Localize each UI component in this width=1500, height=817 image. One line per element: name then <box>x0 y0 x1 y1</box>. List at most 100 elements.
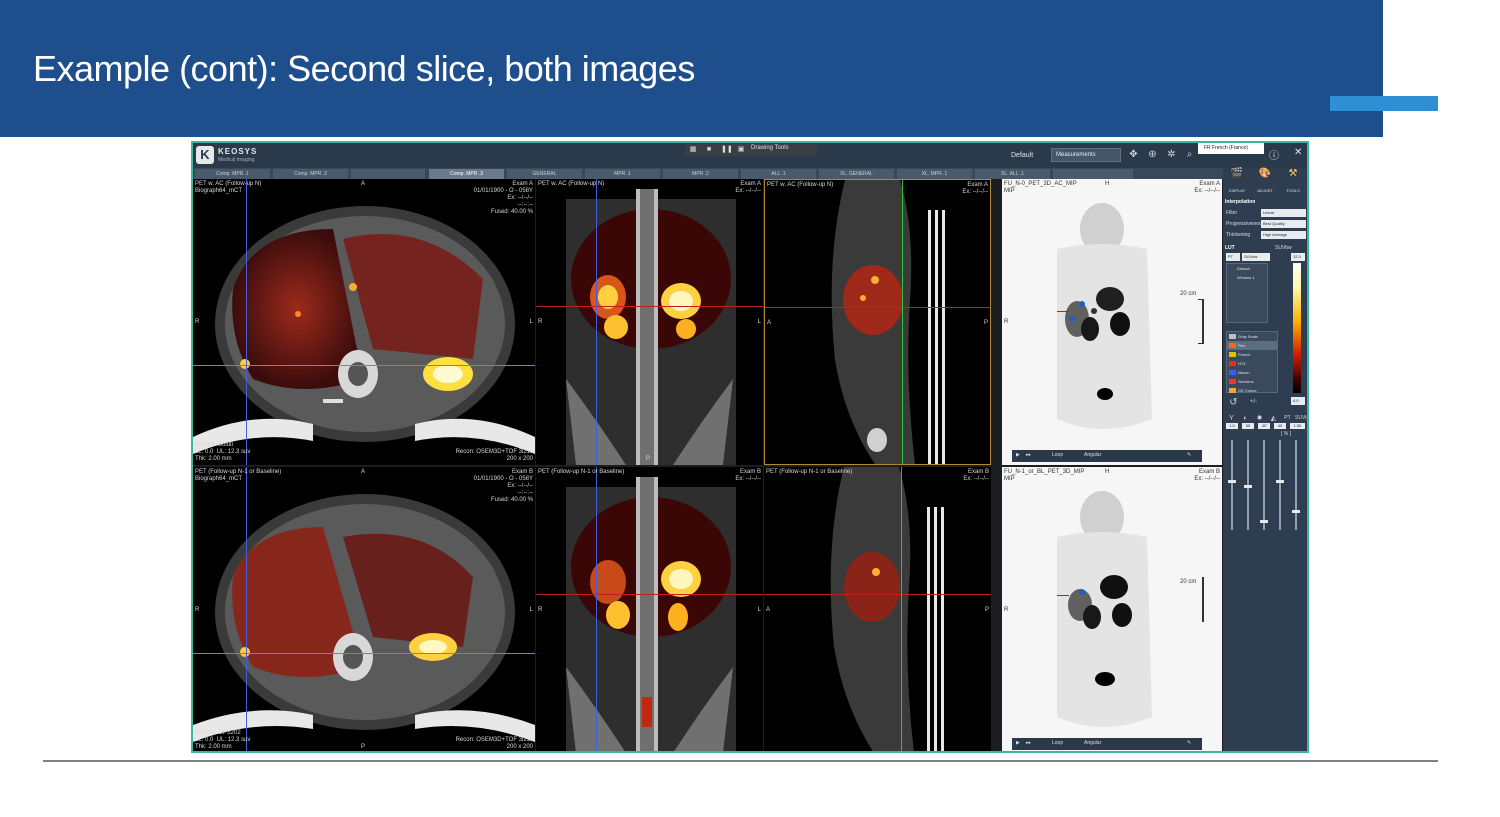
suv-value[interactable]: 1.50 <box>1290 423 1305 429</box>
preset-default[interactable]: Default <box>1227 264 1267 273</box>
drawing-tools-menu[interactable]: Drawing Tools <box>751 145 789 151</box>
orient-right: P <box>983 320 988 326</box>
suv-slider[interactable] <box>1292 440 1300 530</box>
lut-naxon[interactable]: Naxon <box>1227 368 1277 377</box>
lut-french[interactable]: French <box>1227 350 1277 359</box>
language-select[interactable]: FR French (France) <box>1198 143 1264 154</box>
lut-list[interactable]: Gray Scale Fire French HT4 Naxon Siemens… <box>1226 331 1278 393</box>
search-icon[interactable]: ⌕ <box>1183 148 1196 161</box>
tab-all-1[interactable]: ALL .1 <box>741 169 816 179</box>
crosshair-horizontal <box>536 594 763 595</box>
tools-icon: ⚒ <box>1288 168 1298 179</box>
invert-icon[interactable]: +/- <box>1247 396 1260 409</box>
viewport-top-axial[interactable]: PET w. AC (Follow-up N) Biograph64_mCT A… <box>193 179 535 465</box>
adjust-tab[interactable]: 🎨 ADJUST <box>1253 168 1277 197</box>
lut-ge-colors[interactable]: GE Colors <box>1227 386 1277 395</box>
crosshair-icon[interactable]: ✥ <box>1127 148 1140 161</box>
clapperboard-icon: 🎬 <box>1230 168 1244 179</box>
grid-icon[interactable]: ▦ <box>689 146 697 154</box>
viewport-bottom-sagittal[interactable]: PET (Follow-up N-1 or Baseline) Exam B E… <box>764 467 991 751</box>
layout-default-label[interactable]: Default <box>1011 152 1033 159</box>
loop-select[interactable]: Loop <box>1052 452 1063 458</box>
play-icon[interactable]: ▶ <box>1016 740 1020 746</box>
lut-max-input[interactable]: 12.3 <box>1291 253 1305 261</box>
tab-mpr-2[interactable]: MPR .2 <box>663 169 738 179</box>
thickening-select[interactable]: High Average <box>1261 231 1306 239</box>
measurements-dropdown[interactable]: Measurements <box>1051 148 1121 162</box>
gamma-slider[interactable] <box>1228 440 1236 530</box>
sagittal-fused-image <box>830 467 944 751</box>
viewport-top-coronal[interactable]: PET w. AC (Follow-up N) Exam A Ex: --/--… <box>536 179 763 465</box>
viewport-top-sagittal[interactable]: PET w. AC (Follow-up N) Exam A Ex: --/--… <box>764 179 991 465</box>
progressiveness-select[interactable]: Best Quality <box>1261 220 1306 228</box>
stop-icon[interactable]: ■ <box>705 146 713 154</box>
tab-mpr-1[interactable]: MPR .1 <box>585 169 660 179</box>
tools-tab[interactable]: ⚒ TOOLS <box>1281 168 1305 197</box>
tab-blank[interactable] <box>351 169 425 179</box>
angular-select[interactable]: Angular <box>1084 740 1101 746</box>
tab-xl-all-1[interactable]: XL. ALL .1 <box>975 169 1050 179</box>
preset-list[interactable]: Default Window 1 <box>1226 263 1268 323</box>
scale-label: 20 cm <box>1180 291 1197 297</box>
swatch-icon <box>1229 334 1236 339</box>
tab-comp-mpr-2[interactable]: Comp. MPR .2 <box>273 169 348 179</box>
crosshair-vertical <box>596 179 597 465</box>
step-icon[interactable]: ▸▸ <box>1026 452 1031 458</box>
gamma-value[interactable]: 1.0 <box>1226 423 1238 429</box>
crosshair-vertical <box>246 467 247 751</box>
isotope-info: Isotope: Soluti LL: 0.0 UL: 12.3 suv Thk… <box>195 442 251 462</box>
slider-knob[interactable] <box>1228 480 1236 483</box>
lut-min-input[interactable]: 0.0 <box>1291 397 1305 405</box>
loop-select[interactable]: Loop <box>1052 740 1063 746</box>
slider-knob[interactable] <box>1276 480 1284 483</box>
contrast-value[interactable]: 55 <box>1242 423 1254 429</box>
crosshair-horizontal <box>764 594 991 595</box>
viewport-bottom-axial[interactable]: PET (Follow-up N-1 or Baseline) Biograph… <box>193 467 535 751</box>
display-tab[interactable]: 🎬 DISPLAY <box>1225 168 1249 197</box>
angular-select[interactable]: Angular <box>1084 452 1101 458</box>
pin-icon[interactable]: ✎ <box>1187 740 1191 746</box>
exam-info: Exam B Ex: --/--/-- <box>963 469 989 482</box>
filter-select[interactable]: Linear <box>1261 209 1306 217</box>
pause-icon[interactable]: ❚❚ <box>721 146 733 154</box>
slider-knob[interactable] <box>1244 485 1252 488</box>
step-icon[interactable]: ▸▸ <box>1026 740 1031 746</box>
threshold-slider[interactable] <box>1276 440 1284 530</box>
brightness-slider[interactable] <box>1260 440 1268 530</box>
brightness-value[interactable]: -87 <box>1258 423 1270 429</box>
info-icon[interactable]: ⓘ <box>1269 147 1279 162</box>
tab-extra[interactable] <box>1053 169 1133 179</box>
tab-comp-mpr-1[interactable]: Comp. MPR .1 <box>195 169 270 179</box>
globe-icon[interactable]: ⊕ <box>1146 148 1159 161</box>
tab-general[interactable]: GENERAL <box>507 169 582 179</box>
preset-window-1[interactable]: Window 1 <box>1227 273 1267 282</box>
close-icon[interactable]: ✕ <box>1294 147 1302 158</box>
reset-icon[interactable]: ↺ <box>1227 396 1240 409</box>
viewport-bottom-coronal[interactable]: PET (Follow-up N-1 or Baseline) Exam B E… <box>536 467 763 751</box>
mip-playback-bar: ▶ ▸▸ Loop Angular ✎ <box>1012 738 1202 750</box>
lut-siemens[interactable]: Siemens <box>1227 377 1277 386</box>
contrast-slider[interactable] <box>1244 440 1252 530</box>
viewport-top-mip[interactable]: FU_N-0_PET_3D_AC_MIP MIP H Exam A Ex: --… <box>1002 179 1222 465</box>
tab-xl-mpr-1[interactable]: XL. MPR .1 <box>897 169 972 179</box>
play-icon[interactable]: ▶ <box>1016 452 1020 458</box>
tab-xl-general[interactable]: XL. GENERAL <box>819 169 894 179</box>
modality-select[interactable]: PT <box>1226 253 1240 261</box>
settings-icon[interactable]: ✲ <box>1165 148 1178 161</box>
tab-comp-mpr-3[interactable]: Comp. MPR .3 <box>429 169 504 179</box>
viewer-app-screenshot: K KEOSYS Medical Imaging ▦ ■ ❚❚ ▣ Drawin… <box>191 141 1309 753</box>
crosshair-vertical <box>246 179 247 465</box>
unit-select[interactable]: SUVbw <box>1242 253 1270 261</box>
orient-right: L <box>757 607 761 613</box>
exam-info: Exam B Ex: --/--/-- <box>735 469 761 482</box>
screen-icon[interactable]: ▣ <box>737 146 745 154</box>
threshold-value[interactable]: 40 <box>1274 423 1286 429</box>
lut-fire[interactable]: Fire <box>1227 341 1277 350</box>
slider-knob[interactable] <box>1260 520 1268 523</box>
lut-gray-scale[interactable]: Gray Scale <box>1227 332 1277 341</box>
pin-icon[interactable]: ✎ <box>1187 452 1191 458</box>
slider-knob[interactable] <box>1292 510 1300 513</box>
viewport-bottom-mip[interactable]: FU_N-1_or_BL_PET_3D_MIP MIP H Exam B Ex:… <box>1002 467 1222 751</box>
lut-ht4[interactable]: HT4 <box>1227 359 1277 368</box>
thickening-label: Thickening <box>1226 232 1251 238</box>
